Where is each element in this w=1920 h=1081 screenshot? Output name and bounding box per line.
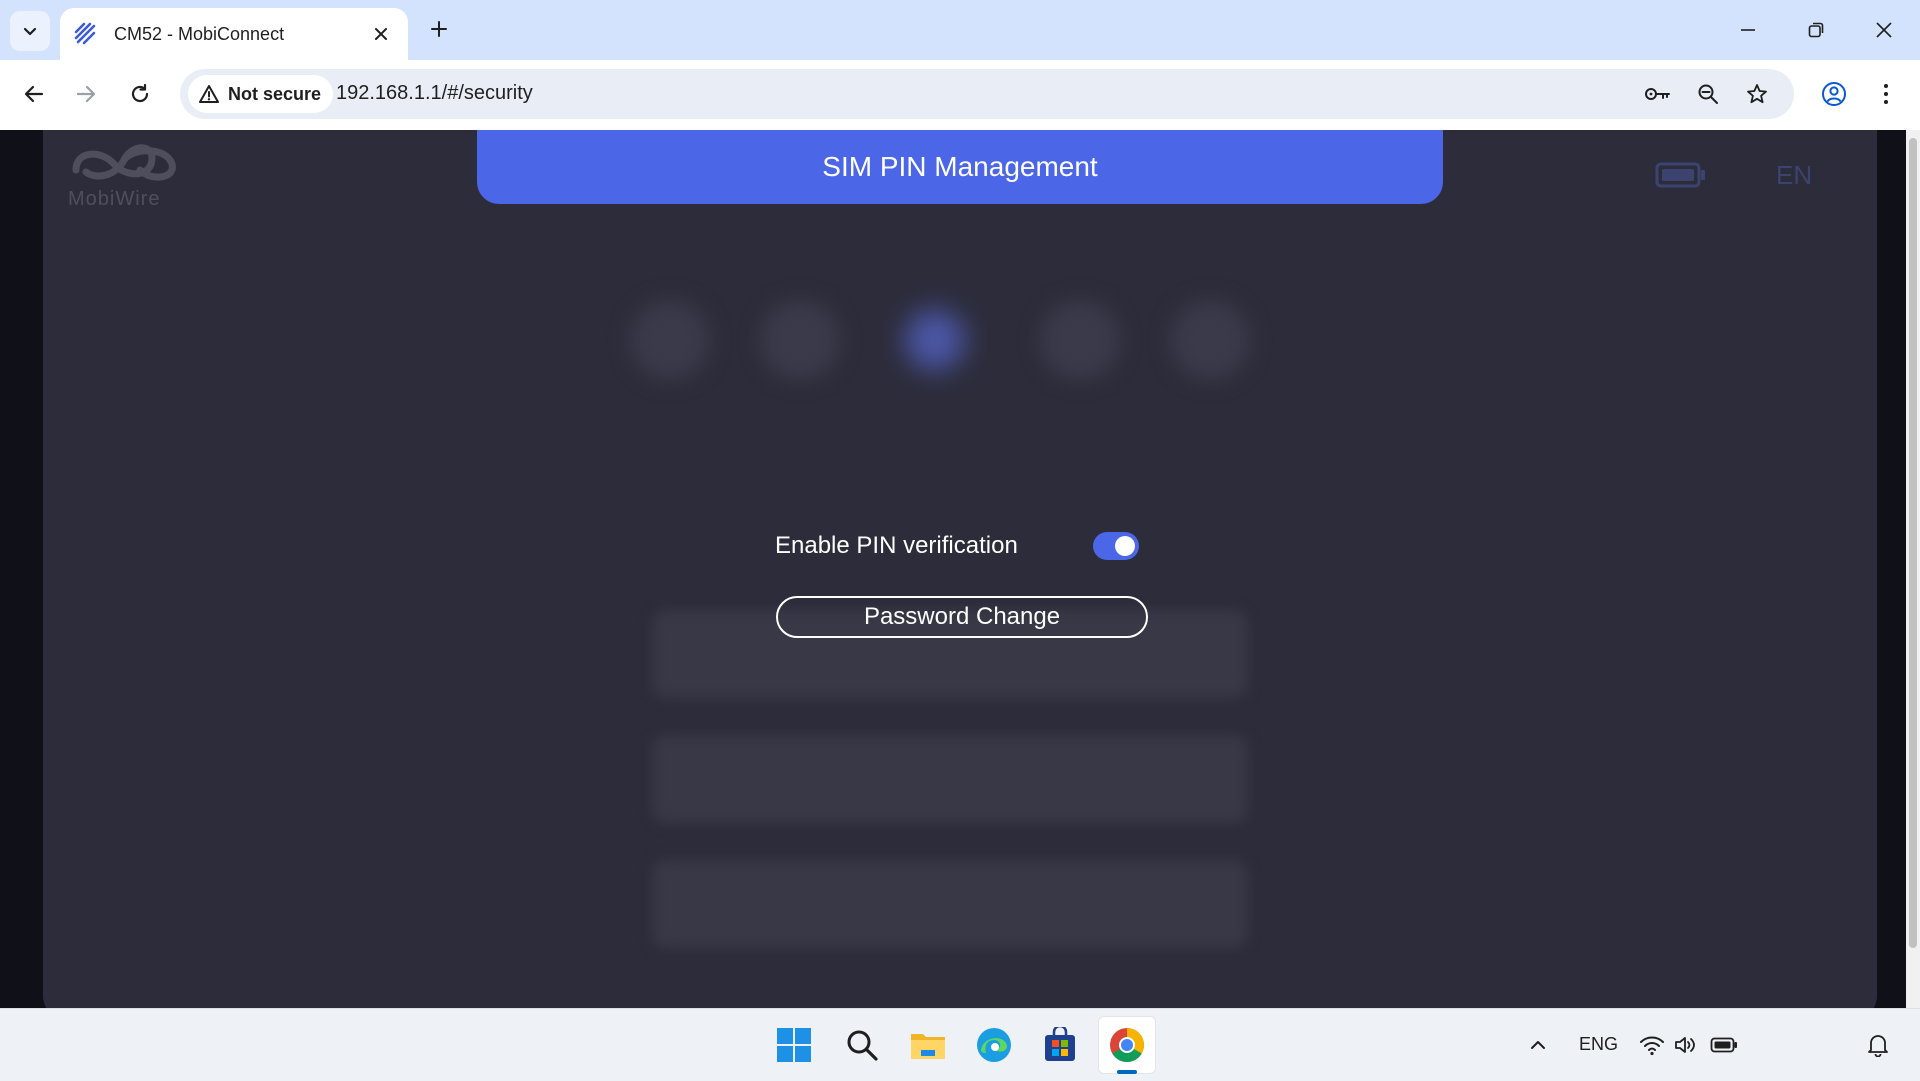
zoom-out-icon bbox=[1697, 83, 1719, 105]
edge-icon bbox=[975, 1026, 1013, 1064]
battery-icon bbox=[1710, 1036, 1738, 1054]
address-bar[interactable]: Not secure 192.168.1.1/#/security bbox=[180, 69, 1794, 119]
close-icon bbox=[1875, 21, 1893, 39]
microsoft-store-button[interactable] bbox=[1036, 1021, 1084, 1069]
warning-icon bbox=[198, 83, 220, 105]
toggle-knob bbox=[1115, 536, 1135, 556]
windows-start-icon bbox=[776, 1027, 812, 1063]
profile-icon bbox=[1821, 81, 1847, 107]
tab-strip: CM52 - MobiConnect bbox=[0, 0, 1920, 60]
browser-menu-button[interactable] bbox=[1866, 74, 1906, 114]
sim-pin-modal-header: SIM PIN Management bbox=[477, 130, 1443, 204]
back-button[interactable] bbox=[14, 74, 54, 114]
restore-button[interactable] bbox=[1786, 8, 1846, 52]
active-app-indicator bbox=[1117, 1070, 1137, 1074]
browser-tab-active[interactable]: CM52 - MobiConnect bbox=[60, 8, 408, 60]
star-icon bbox=[1746, 83, 1768, 105]
scrollbar-thumb[interactable] bbox=[1909, 138, 1917, 948]
security-label: Not secure bbox=[228, 83, 322, 104]
chrome-button[interactable] bbox=[1098, 1016, 1156, 1074]
wifi-icon bbox=[1639, 1034, 1665, 1056]
pin-verification-label: Enable PIN verification bbox=[775, 532, 1018, 559]
search-icon bbox=[845, 1028, 879, 1062]
forward-icon bbox=[75, 83, 97, 105]
pin-verification-toggle[interactable] bbox=[1093, 532, 1139, 560]
restore-icon bbox=[1807, 21, 1825, 39]
reload-button[interactable] bbox=[120, 74, 160, 114]
notification-bell-icon bbox=[1867, 1033, 1889, 1057]
show-hidden-icons-button[interactable] bbox=[1524, 1031, 1552, 1059]
passwords-button[interactable] bbox=[1642, 78, 1674, 110]
profile-button[interactable] bbox=[1814, 74, 1854, 114]
windows-taskbar: ENG bbox=[0, 1008, 1920, 1081]
file-explorer-icon bbox=[909, 1028, 947, 1062]
language-selector[interactable]: EN bbox=[1776, 160, 1812, 191]
bookmark-button[interactable] bbox=[1741, 78, 1773, 110]
volume-control[interactable] bbox=[1672, 1031, 1700, 1059]
mobiwire-logo: MobiWire bbox=[68, 140, 180, 212]
reload-icon bbox=[129, 83, 151, 105]
back-icon bbox=[23, 83, 45, 105]
window-close-button[interactable] bbox=[1854, 8, 1914, 52]
minimize-button[interactable] bbox=[1718, 8, 1778, 52]
page-viewport: MobiWire EN SIM PIN Management Enable PI… bbox=[0, 130, 1920, 1008]
close-icon[interactable] bbox=[368, 21, 394, 47]
site-security-chip[interactable]: Not secure bbox=[188, 75, 334, 113]
mobiconnect-favicon-icon bbox=[72, 21, 98, 47]
tab-search-button[interactable] bbox=[10, 11, 50, 51]
network-status[interactable] bbox=[1638, 1031, 1666, 1059]
background-card-blurred bbox=[652, 860, 1248, 948]
background-card-blurred bbox=[652, 735, 1248, 823]
password-change-button[interactable]: Password Change bbox=[776, 596, 1148, 638]
url-text[interactable]: 192.168.1.1/#/security bbox=[336, 82, 533, 105]
page-scrollbar[interactable] bbox=[1906, 130, 1920, 1008]
plus-icon bbox=[429, 19, 449, 39]
taskbar-search-button[interactable] bbox=[838, 1021, 886, 1069]
password-change-label: Password Change bbox=[863, 603, 1061, 630]
battery-icon bbox=[1655, 162, 1707, 188]
start-button[interactable] bbox=[770, 1021, 818, 1069]
volume-icon bbox=[1673, 1034, 1699, 1056]
logo-text: MobiWire bbox=[68, 188, 161, 210]
pin-verification-row: Enable PIN verification bbox=[775, 528, 1140, 568]
file-explorer-button[interactable] bbox=[904, 1021, 952, 1069]
new-tab-button[interactable] bbox=[422, 12, 456, 46]
tab-title: CM52 - MobiConnect bbox=[114, 23, 285, 44]
chevron-up-icon bbox=[1529, 1036, 1547, 1054]
chevron-down-icon bbox=[21, 22, 39, 40]
input-language-indicator[interactable]: ENG bbox=[1579, 1034, 1618, 1055]
forward-button[interactable] bbox=[66, 74, 106, 114]
store-icon bbox=[1042, 1027, 1078, 1063]
browser-toolbar: Not secure 192.168.1.1/#/security bbox=[0, 60, 1920, 130]
battery-status[interactable] bbox=[1710, 1031, 1738, 1059]
edge-button[interactable] bbox=[970, 1021, 1018, 1069]
chrome-icon bbox=[1108, 1026, 1146, 1064]
modal-title: SIM PIN Management bbox=[822, 151, 1098, 182]
minimize-icon bbox=[1739, 21, 1757, 39]
notifications-button[interactable] bbox=[1864, 1031, 1892, 1059]
key-icon bbox=[1644, 84, 1672, 104]
background-nav-blurred bbox=[630, 300, 1260, 430]
zoom-button[interactable] bbox=[1692, 78, 1724, 110]
menu-icon bbox=[1882, 83, 1890, 105]
